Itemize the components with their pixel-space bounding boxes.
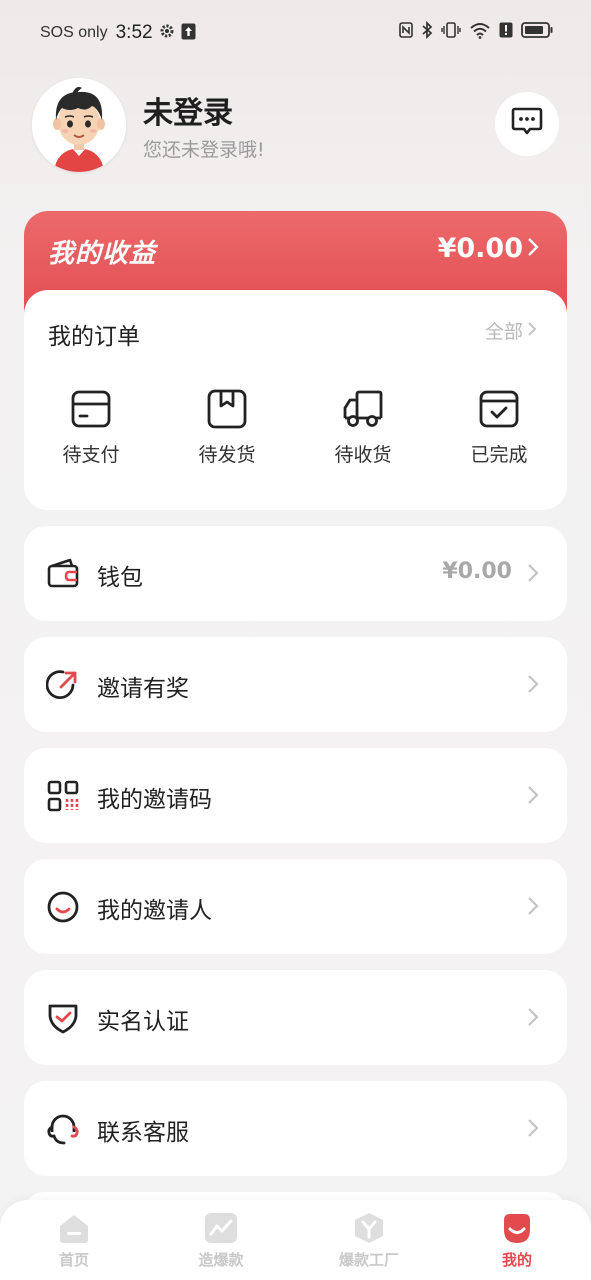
menu-row-invite-reward[interactable]: 邀请有奖 — [24, 637, 567, 732]
earnings-title: 我的收益 — [48, 239, 157, 269]
order-item-label: 待支付 — [62, 444, 120, 466]
nav-label: 爆款工厂 — [338, 1251, 399, 1269]
check-box-icon — [444, 388, 554, 430]
shield-check-icon — [46, 1001, 80, 1035]
headset-icon — [46, 1112, 80, 1146]
chevron-right-icon — [527, 896, 539, 920]
profile-name[interactable]: 未登录 — [143, 88, 233, 132]
qr-code-icon — [46, 779, 80, 813]
nav-label: 首页 — [58, 1251, 89, 1269]
menu-row-wallet[interactable]: 钱包 ¥0.00 — [24, 526, 567, 621]
menu-row-invite-code[interactable]: 我的邀请码 — [24, 748, 567, 843]
chevron-right-icon — [527, 563, 539, 587]
order-item-label: 待发货 — [198, 444, 256, 466]
me-icon — [457, 1212, 577, 1244]
menu-row-label: 我的邀请码 — [97, 787, 212, 813]
chevron-right-icon — [527, 674, 539, 698]
order-item-label: 已完成 — [470, 444, 528, 466]
nav-item-hit-factory[interactable]: 爆款工厂 — [309, 1212, 429, 1270]
menu-row-my-inviter[interactable]: 我的邀请人 — [24, 859, 567, 954]
wifi-icon — [469, 21, 491, 39]
avatar[interactable] — [32, 78, 126, 172]
menu-row-label: 联系客服 — [97, 1120, 189, 1146]
profile-header[interactable]: 未登录 您还未登录哦! — [32, 78, 559, 172]
trend-icon — [161, 1212, 281, 1244]
menu-row-label: 邀请有奖 — [97, 676, 189, 702]
battery-icon — [521, 22, 553, 38]
menu-row-contact-support[interactable]: 联系客服 — [24, 1081, 567, 1176]
orders-all-link[interactable]: 全部 — [485, 317, 537, 344]
menu-row-label: 实名认证 — [97, 1009, 189, 1035]
clock: 3:52 — [115, 22, 153, 43]
nav-item-create-hit[interactable]: 造爆款 — [161, 1212, 281, 1270]
factory-icon — [309, 1212, 429, 1244]
message-button[interactable] — [495, 92, 559, 156]
nav-item-home[interactable]: 首页 — [14, 1212, 134, 1270]
invite-arrow-icon — [45, 668, 80, 702]
nav-label: 我的 — [501, 1251, 532, 1269]
earnings-amount: ¥0.00 — [437, 233, 523, 264]
nav-item-me[interactable]: 我的 — [457, 1212, 577, 1270]
chevron-right-icon — [527, 320, 537, 342]
vibrate-icon — [441, 22, 461, 38]
orders-card: 我的订单 全部 待支付 待发货 待收货 已完成 — [24, 290, 567, 510]
home-icon — [14, 1212, 134, 1244]
card-icon — [36, 388, 146, 430]
bottom-nav: 首页 造爆款 爆款工厂 我的 — [0, 1200, 591, 1280]
order-item-label: 待收货 — [334, 444, 392, 466]
smile-icon — [46, 890, 80, 924]
alert-icon — [499, 22, 513, 38]
order-completed[interactable]: 已完成 — [444, 388, 554, 467]
order-pending-shipment[interactable]: 待发货 — [172, 388, 282, 467]
order-pending-receipt[interactable]: 待收货 — [308, 388, 418, 467]
profile-subtitle: 您还未登录哦! — [143, 139, 265, 161]
message-icon — [511, 107, 543, 141]
orders-all-label: 全部 — [484, 321, 523, 343]
truck-icon — [308, 388, 418, 430]
orders-title: 我的订单 — [48, 324, 140, 350]
nfc-icon — [399, 22, 413, 38]
upload-icon — [181, 23, 196, 44]
box-icon — [172, 388, 282, 430]
settings-icon — [159, 23, 175, 43]
order-pending-payment[interactable]: 待支付 — [36, 388, 146, 467]
wallet-icon — [46, 557, 80, 591]
chevron-right-icon — [527, 1007, 539, 1031]
status-bar: SOS only 3:52 — [0, 0, 591, 64]
menu-row-label: 钱包 — [97, 565, 143, 591]
menu-row-real-name-verification[interactable]: 实名认证 — [24, 970, 567, 1065]
chevron-right-icon — [527, 233, 539, 264]
chevron-right-icon — [527, 785, 539, 809]
nav-label: 造爆款 — [198, 1251, 244, 1269]
earnings-amount-link[interactable]: ¥0.00 — [438, 233, 539, 264]
wallet-balance: ¥0.00 — [442, 559, 512, 584]
menu-row-label: 我的邀请人 — [97, 898, 212, 924]
bluetooth-icon — [421, 21, 433, 39]
chevron-right-icon — [527, 1118, 539, 1142]
carrier-label: SOS only — [40, 24, 108, 41]
